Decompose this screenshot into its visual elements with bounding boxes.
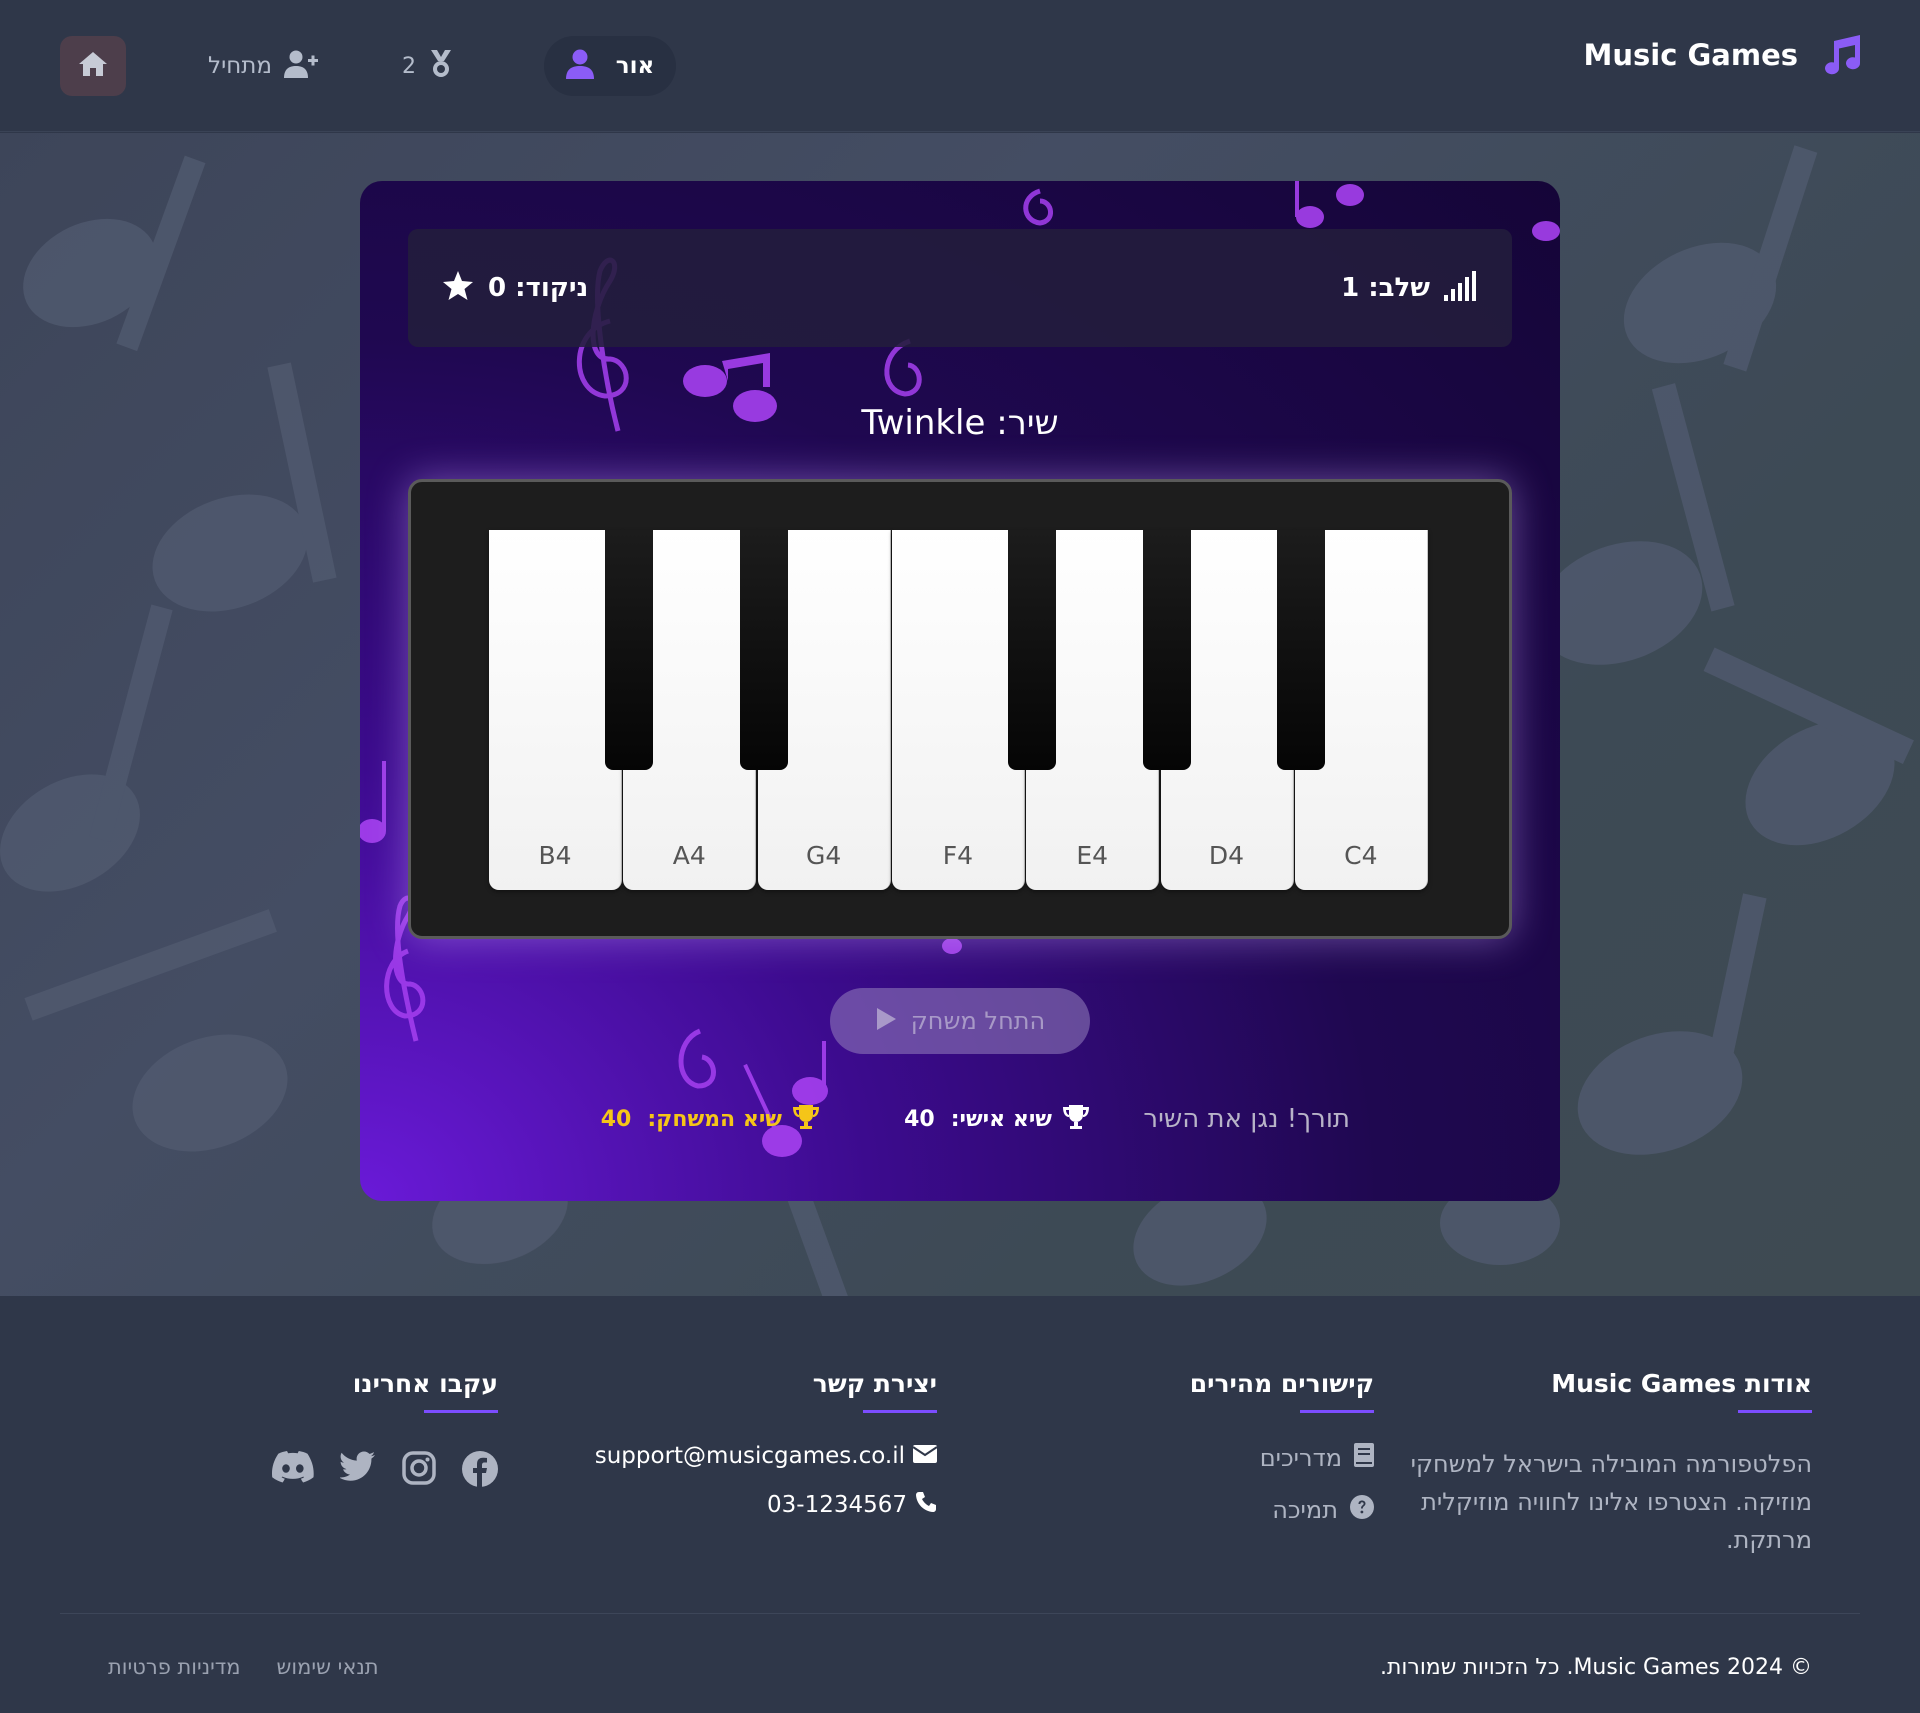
user-icon: [565, 49, 594, 83]
footer-link-guides-label: מדריכים: [1259, 1444, 1342, 1472]
piano-key-label: C4: [1344, 841, 1378, 870]
privacy-link[interactable]: מדיניות פרטיות: [108, 1655, 241, 1679]
level-badge[interactable]: מתחיל: [208, 46, 318, 86]
footer-quick-links: קישורים מהירים מדריכים תמיכה: [1054, 1369, 1374, 1525]
piano-key-label: G4: [805, 841, 842, 870]
game-record-value: 40: [600, 1106, 632, 1132]
piano-black-key[interactable]: [739, 530, 788, 770]
piano-key-label: E4: [1076, 841, 1109, 870]
top-navbar: Music Games אור 2 מתחיל: [0, 0, 1920, 132]
footer-about-title: אודות Music Games: [1551, 1369, 1812, 1398]
score-text: ניקוד: 0: [488, 273, 589, 303]
footer-social: עקבו אחרינו: [198, 1369, 498, 1491]
level-label: מתחיל: [208, 53, 272, 79]
piano-key-label: D4: [1208, 841, 1245, 870]
phone-icon: [915, 1491, 937, 1519]
piano-key[interactable]: F4: [891, 530, 1025, 890]
home-button[interactable]: [60, 36, 126, 96]
home-icon: [78, 51, 108, 81]
trophy-icon: [1062, 1104, 1090, 1134]
contact-phone-text: 03-1234567: [767, 1492, 907, 1518]
level-indicator: שלב: 1: [1341, 271, 1478, 305]
envelope-icon: [912, 1443, 938, 1469]
piano-keyboard: B4 A4 G4 F4 E4 D4 C4: [408, 479, 1512, 939]
music-note-icon: [1820, 33, 1864, 77]
instagram-icon[interactable]: [402, 1451, 436, 1491]
question-circle-icon: [1350, 1495, 1374, 1525]
song-title: שיר: Twinkle: [861, 403, 1059, 443]
user-name: אור: [615, 53, 655, 79]
medals-counter[interactable]: 2: [402, 46, 454, 86]
game-card: שלב: 1 ניקוד: 0 שיר: Twinkle B4 A4 G4 F4…: [360, 181, 1560, 1201]
social-links: [198, 1451, 498, 1491]
title-underline: [1300, 1410, 1374, 1413]
game-record: שיא המשחק: 40: [601, 1099, 820, 1139]
star-icon: [442, 271, 474, 305]
user-profile-button[interactable]: אור: [544, 36, 676, 96]
footer-links-title: קישורים מהירים: [1189, 1369, 1374, 1398]
start-game-label: התחל משחק: [910, 1007, 1046, 1035]
discord-icon[interactable]: [271, 1451, 314, 1491]
user-plus-icon: [283, 50, 318, 82]
start-game-button[interactable]: התחל משחק: [830, 988, 1090, 1054]
signal-bars-icon: [1444, 271, 1478, 305]
contact-phone[interactable]: 03-1234567: [537, 1491, 937, 1519]
facebook-icon[interactable]: [462, 1451, 498, 1491]
piano-key[interactable]: B4: [489, 530, 622, 890]
footer-link-support[interactable]: תמיכה: [1054, 1495, 1374, 1525]
footer-contact-title: יצירת קשר: [812, 1369, 937, 1398]
legal-links: תנאי שימוש מדיניות פרטיות: [108, 1655, 379, 1679]
level-text: שלב: 1: [1341, 273, 1430, 303]
piano-black-key[interactable]: [605, 530, 654, 770]
piano-key-label: F4: [942, 841, 974, 870]
brand-title: Music Games: [1583, 38, 1798, 72]
personal-record: שיא אישי: 40: [904, 1099, 1090, 1139]
piano-black-key[interactable]: [1276, 530, 1325, 770]
medal-icon: [428, 50, 454, 82]
game-record-label: שיא המשחק:: [647, 1106, 782, 1132]
turn-hint: תורך! נגן את השיר: [1143, 1104, 1350, 1134]
footer-contact: יצירת קשר support@musicgames.co.il 03-12…: [537, 1369, 938, 1519]
book-icon: [1354, 1443, 1374, 1473]
site-footer: אודות Music Games הפלטפורמה המובילה בישר…: [0, 1297, 1920, 1713]
title-underline: [424, 1410, 498, 1413]
title-underline: [863, 1410, 937, 1413]
contact-email[interactable]: support@musicgames.co.il: [537, 1443, 938, 1469]
footer-about: אודות Music Games הפלטפורמה המובילה בישר…: [1392, 1369, 1812, 1559]
score-indicator: ניקוד: 0: [442, 271, 588, 305]
terms-link[interactable]: תנאי שימוש: [277, 1655, 379, 1679]
copyright-text: © 2024 Music Games. כל הזכויות שמורות.: [1379, 1655, 1812, 1680]
footer-divider: [60, 1613, 1860, 1614]
game-status-bar: שלב: 1 ניקוד: 0: [408, 229, 1512, 347]
brand-logo[interactable]: Music Games: [1583, 30, 1864, 80]
twitter-icon[interactable]: [339, 1451, 376, 1491]
trophy-icon: [792, 1104, 820, 1134]
footer-link-support-label: תמיכה: [1272, 1496, 1338, 1524]
piano-black-key[interactable]: [1142, 530, 1191, 770]
footer-link-guides[interactable]: מדריכים: [1054, 1443, 1374, 1473]
contact-email-text: support@musicgames.co.il: [594, 1443, 905, 1469]
play-icon: [875, 1007, 897, 1035]
piano-key-label: B4: [538, 841, 572, 870]
footer-follow-title: עקבו אחרינו: [352, 1369, 498, 1398]
medals-count: 2: [402, 53, 416, 79]
piano-key-label: A4: [672, 841, 706, 870]
personal-record-label: שיא אישי:: [950, 1106, 1052, 1132]
personal-record-value: 40: [904, 1106, 935, 1132]
piano-keys: B4 A4 G4 F4 E4 D4 C4: [489, 530, 1433, 892]
footer-about-text: הפלטפורמה המובילה בישראל למשחקי מוזיקה. …: [1410, 1450, 1812, 1554]
piano-black-key[interactable]: [1008, 530, 1057, 770]
title-underline: [1738, 1410, 1812, 1413]
